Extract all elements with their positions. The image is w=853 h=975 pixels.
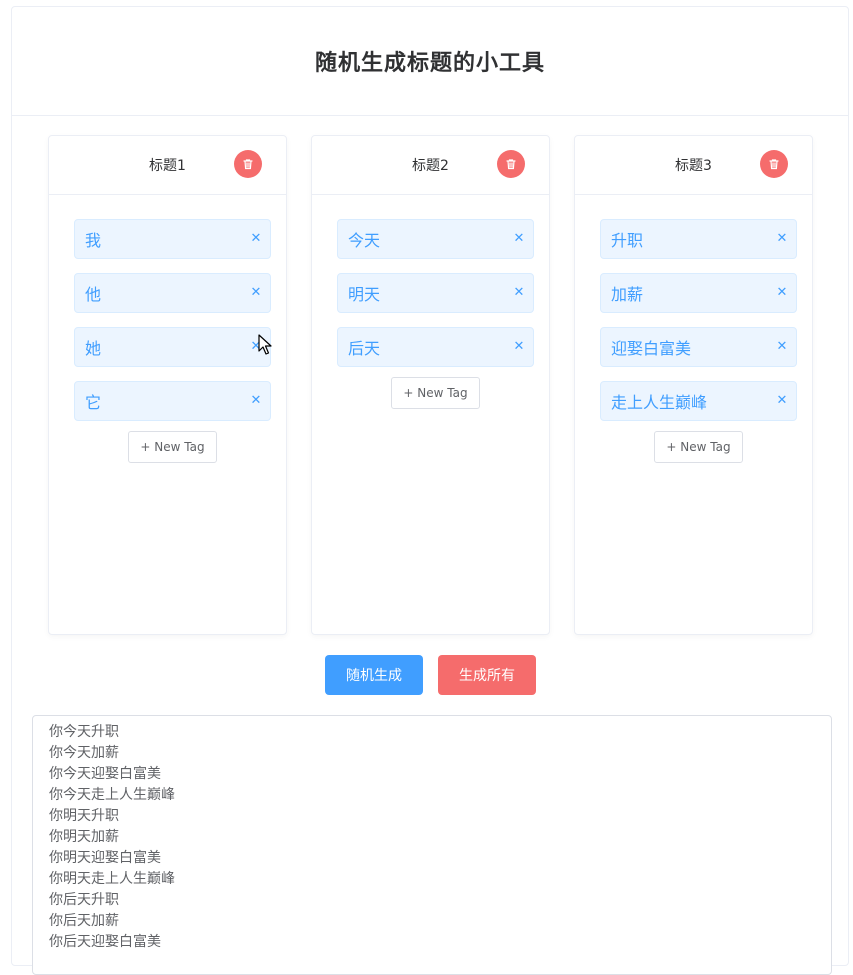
tag[interactable]: 他 ✕ [74, 273, 271, 313]
trash-icon [243, 159, 253, 170]
tag-label: 她 [85, 339, 102, 358]
tag-label: 后天 [348, 339, 381, 358]
page-title: 随机生成标题的小工具 [314, 51, 545, 76]
delete-column-button[interactable] [497, 150, 525, 178]
columns-container: 标题1 我 ✕ 他 ✕ 她 ✕ 它 ✕ + New Tag 标题2 今天 ✕ 明… [48, 135, 813, 635]
new-tag-button[interactable]: + New Tag [391, 377, 480, 409]
output-line: 你后天升职 [49, 892, 119, 908]
tag-label: 我 [85, 231, 102, 250]
output-line: 你明天升职 [49, 808, 119, 824]
tag-list: 今天 ✕ 明天 ✕ 后天 ✕ + New Tag [312, 195, 549, 409]
action-bar: 随机生成 生成所有 [325, 655, 536, 695]
output-line: 你今天升职 [49, 724, 119, 740]
delete-column-button[interactable] [760, 150, 788, 178]
close-icon[interactable]: ✕ [248, 339, 264, 355]
tag-label: 走上人生巅峰 [611, 393, 708, 412]
close-icon[interactable]: ✕ [248, 231, 264, 247]
trash-icon [769, 159, 779, 170]
close-icon[interactable]: ✕ [511, 285, 527, 301]
output-line: 你明天加薪 [49, 829, 119, 845]
close-icon[interactable]: ✕ [511, 231, 527, 247]
column-header: 标题2 [312, 136, 549, 195]
tag[interactable]: 走上人生巅峰 ✕ [600, 381, 797, 421]
close-icon[interactable]: ✕ [774, 339, 790, 355]
output-textarea[interactable]: 你今天升职 你今天加薪 你今天迎娶白富美 你今天走上人生巅峰 你明天升职 你明天… [32, 715, 832, 975]
output-line: 你今天迎娶白富美 [49, 766, 161, 782]
tag[interactable]: 加薪 ✕ [600, 273, 797, 313]
output-line: 你今天加薪 [49, 745, 119, 761]
tag-label: 它 [85, 393, 102, 412]
tag[interactable]: 它 ✕ [74, 381, 271, 421]
tag[interactable]: 我 ✕ [74, 219, 271, 259]
column-header: 标题3 [575, 136, 812, 195]
close-icon[interactable]: ✕ [774, 393, 790, 409]
close-icon[interactable]: ✕ [774, 285, 790, 301]
output-line: 你明天走上人生巅峰 [49, 871, 175, 887]
tag[interactable]: 她 ✕ [74, 327, 271, 367]
close-icon[interactable]: ✕ [511, 339, 527, 355]
output-line: 你后天迎娶白富美 [49, 934, 161, 950]
tag[interactable]: 今天 ✕ [337, 219, 534, 259]
tag[interactable]: 明天 ✕ [337, 273, 534, 313]
tag-label: 今天 [348, 231, 381, 250]
tag-label: 他 [85, 285, 102, 304]
column-title: 标题2 [412, 158, 449, 174]
tag[interactable]: 后天 ✕ [337, 327, 534, 367]
output-line: 你明天迎娶白富美 [49, 850, 161, 866]
close-icon[interactable]: ✕ [248, 393, 264, 409]
trash-icon [506, 159, 516, 170]
tag[interactable]: 迎娶白富美 ✕ [600, 327, 797, 367]
output-line: 你今天走上人生巅峰 [49, 787, 175, 803]
tag-list: 我 ✕ 他 ✕ 她 ✕ 它 ✕ + New Tag [49, 195, 286, 463]
tag-list: 升职 ✕ 加薪 ✕ 迎娶白富美 ✕ 走上人生巅峰 ✕ + New Tag [575, 195, 812, 463]
generate-all-button[interactable]: 生成所有 [438, 655, 536, 695]
tag-label: 迎娶白富美 [611, 339, 692, 358]
close-icon[interactable]: ✕ [248, 285, 264, 301]
tag[interactable]: 升职 ✕ [600, 219, 797, 259]
output-line: 你后天加薪 [49, 913, 119, 929]
column-header: 标题1 [49, 136, 286, 195]
title-column: 标题2 今天 ✕ 明天 ✕ 后天 ✕ + New Tag [311, 135, 550, 635]
column-title: 标题1 [149, 158, 186, 174]
tag-label: 加薪 [611, 285, 644, 304]
tag-label: 明天 [348, 285, 381, 304]
app-container: 随机生成标题的小工具 标题1 我 ✕ 他 ✕ 她 ✕ 它 ✕ + New Tag 标题2 [11, 6, 849, 975]
new-tag-button[interactable]: + New Tag [654, 431, 743, 463]
column-title: 标题3 [675, 158, 712, 174]
close-icon[interactable]: ✕ [774, 231, 790, 247]
delete-column-button[interactable] [234, 150, 262, 178]
random-generate-button[interactable]: 随机生成 [325, 655, 423, 695]
app-header: 随机生成标题的小工具 [12, 7, 848, 116]
title-column: 标题1 我 ✕ 他 ✕ 她 ✕ 它 ✕ + New Tag [48, 135, 287, 635]
tag-label: 升职 [611, 231, 644, 250]
title-column: 标题3 升职 ✕ 加薪 ✕ 迎娶白富美 ✕ 走上人生巅峰 ✕ + New Tag [574, 135, 813, 635]
new-tag-button[interactable]: + New Tag [128, 431, 217, 463]
